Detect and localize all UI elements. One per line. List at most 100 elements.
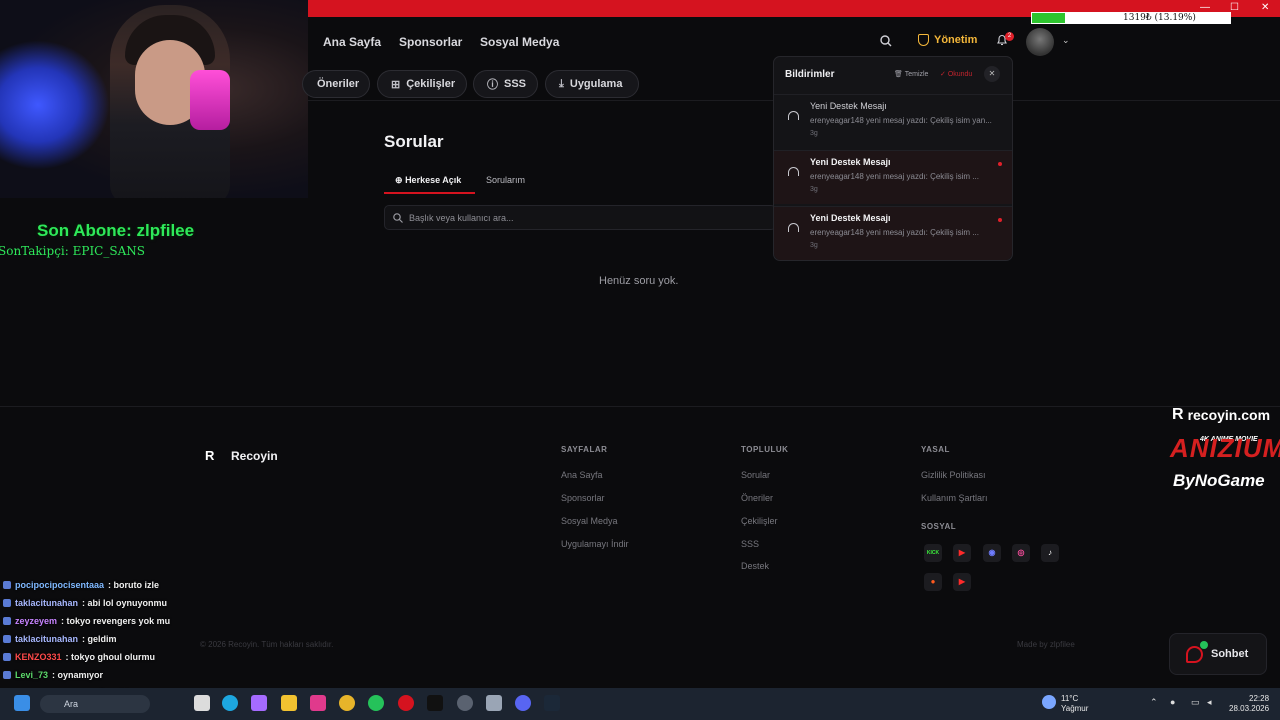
- notification-item[interactable]: Yeni Destek Mesajı erenyeagar148 yeni me…: [774, 206, 1012, 260]
- youtube-icon[interactable]: ▶: [953, 573, 971, 591]
- unread-dot: [998, 218, 1002, 222]
- subnav-suggestions-label: Öneriler: [317, 78, 360, 90]
- copilot-icon[interactable]: [251, 695, 267, 711]
- edge-icon[interactable]: [222, 695, 238, 711]
- youtube-icon[interactable]: ▶: [953, 544, 971, 562]
- search-icon: [393, 212, 403, 223]
- instagram-icon[interactable]: ◎: [1012, 544, 1030, 562]
- recoyin-app-icon[interactable]: [427, 695, 443, 711]
- made-by-text[interactable]: Made by zlpfilee: [1017, 640, 1075, 649]
- stream-chat-line: taklacitunahan: abi lol oynuyonmu: [3, 598, 167, 608]
- chevron-down-icon[interactable]: ⌄: [1062, 35, 1070, 46]
- footer-link[interactable]: SSS: [741, 539, 759, 549]
- footer-pages-heading: SAYFALAR: [561, 445, 608, 454]
- footer-link[interactable]: Ana Sayfa: [561, 470, 603, 480]
- footer-link[interactable]: Sosyal Medya: [561, 516, 618, 526]
- notification-item[interactable]: Yeni Destek Mesajı erenyeagar148 yeni me…: [774, 150, 1012, 204]
- copyright-text: © 2026 Recoyin. Tüm hakları saklıdır.: [200, 640, 334, 649]
- taskbar-clock[interactable]: 22:28 28.03.2026: [1229, 694, 1269, 714]
- notification-item[interactable]: Yeni Destek Mesajı erenyeagar148 yeni me…: [774, 94, 1012, 148]
- taskbar-search-label: Ara: [64, 699, 79, 709]
- network-icon[interactable]: ▭: [1191, 697, 1200, 708]
- last-sub-text: Son Abone: zlpfilee: [37, 221, 195, 240]
- admin-button[interactable]: Yönetim: [918, 34, 977, 46]
- chrome-icon[interactable]: [339, 695, 355, 711]
- subnav-faq[interactable]: ⓘ SSS: [473, 70, 538, 98]
- instagram-app-icon[interactable]: [310, 695, 326, 711]
- footer-link[interactable]: Sponsorlar: [561, 493, 605, 503]
- footer-brand-name: Recoyin: [231, 449, 278, 463]
- steam-icon[interactable]: [544, 695, 560, 711]
- notification-message: erenyeagar148 yeni mesaj yazdı: Çekiliş …: [810, 172, 979, 181]
- footer-link[interactable]: Uygulamayı İndir: [561, 539, 629, 549]
- clear-button[interactable]: 🗑 Temizle: [894, 70, 928, 78]
- stream-chat-line: taklacitunahan: geldim: [3, 634, 117, 644]
- footer-brand[interactable]: R Recoyin: [205, 449, 278, 464]
- cam-pink-light: [190, 70, 230, 130]
- obs-icon[interactable]: [457, 695, 473, 711]
- search-icon[interactable]: [880, 35, 892, 47]
- recoyin-overlay: R recoyin.com: [1172, 406, 1270, 424]
- subnav-giveaways[interactable]: ⊞ Çekilişler: [377, 70, 467, 98]
- tab-public[interactable]: ⊕ Herkese Açık: [395, 175, 461, 186]
- close-window-icon[interactable]: ✕: [1261, 2, 1269, 13]
- footer-link[interactable]: Gizlilik Politikası: [921, 470, 986, 480]
- mark-read-button[interactable]: ✓ Okundu: [940, 70, 972, 78]
- chat-button[interactable]: Sohbet: [1169, 633, 1267, 675]
- online-dot: [1200, 641, 1208, 649]
- chat-username: zeyzeyem: [15, 616, 58, 626]
- notification-title: Yeni Destek Mesajı: [810, 213, 891, 223]
- file-explorer-icon[interactable]: [281, 695, 297, 711]
- donation-progress-fill: [1032, 13, 1065, 23]
- question-search[interactable]: [384, 205, 776, 230]
- tiktok-icon[interactable]: ♪: [1041, 544, 1059, 562]
- subnav-suggestions[interactable]: Öneriler: [302, 70, 370, 98]
- tab-active-indicator: [384, 192, 475, 194]
- windows-start-icon[interactable]: [14, 695, 30, 711]
- nav-social[interactable]: Sosyal Medya: [480, 35, 559, 49]
- weather-widget[interactable]: 11°C Yağmur: [1061, 694, 1088, 714]
- stream-chat-line: pocipocipocisentaaa: boruto izle: [3, 580, 159, 590]
- footer-link[interactable]: Destek: [741, 561, 769, 571]
- chat-username: KENZO331: [15, 652, 62, 662]
- headphones-icon: [788, 111, 799, 120]
- help-icon: ⓘ: [487, 79, 498, 91]
- maximize-icon[interactable]: ☐: [1230, 2, 1239, 13]
- clock-time: 22:28: [1249, 694, 1270, 703]
- nav-sponsors[interactable]: Sponsorlar: [399, 35, 462, 49]
- search-input[interactable]: [409, 212, 749, 223]
- subnav-app[interactable]: ⤓ Uygulama: [545, 70, 639, 98]
- discord-icon[interactable]: ◉: [983, 544, 1001, 562]
- reddit-icon[interactable]: ●: [924, 573, 942, 591]
- tab-mine[interactable]: Sorularım: [486, 175, 525, 185]
- chat-badge-icon: [3, 581, 11, 589]
- gift-icon: ⊞: [391, 78, 401, 91]
- nav-home[interactable]: Ana Sayfa: [323, 35, 381, 49]
- notification-message: erenyeagar148 yeni mesaj yazdı: Çekiliş …: [810, 116, 992, 125]
- footer-link[interactable]: Kullanım Şartları: [921, 493, 988, 503]
- close-icon[interactable]: ✕: [984, 66, 1000, 82]
- kick-icon[interactable]: KICK: [924, 544, 942, 562]
- microphone-icon[interactable]: ●: [1170, 697, 1175, 707]
- chat-message: : tokyo ghoul olurmu: [65, 652, 156, 662]
- minimize-icon[interactable]: —: [1200, 2, 1210, 13]
- footer-link[interactable]: Çekilişler: [741, 516, 778, 526]
- footer-divider: [0, 406, 1280, 407]
- task-view-icon[interactable]: [194, 695, 210, 711]
- notification-title: Yeni Destek Mesajı: [810, 101, 887, 111]
- chevron-up-icon[interactable]: ⌃: [1150, 697, 1158, 708]
- app-icon[interactable]: [486, 695, 502, 711]
- opera-icon[interactable]: [398, 695, 414, 711]
- recoyin-site-text: recoyin.com: [1187, 407, 1271, 423]
- footer-link[interactable]: Öneriler: [741, 493, 773, 503]
- mark-read-label: Okundu: [947, 71, 973, 78]
- discord-app-icon[interactable]: [515, 695, 531, 711]
- webcam-feed: [0, 0, 308, 198]
- whatsapp-icon[interactable]: [368, 695, 384, 711]
- volume-icon[interactable]: ◂: [1207, 697, 1212, 708]
- footer-link[interactable]: Sorular: [741, 470, 770, 480]
- weather-icon: [1042, 695, 1056, 709]
- taskbar-search[interactable]: Ara: [40, 695, 150, 713]
- chat-badge-icon: [3, 635, 11, 643]
- avatar[interactable]: [1026, 28, 1054, 56]
